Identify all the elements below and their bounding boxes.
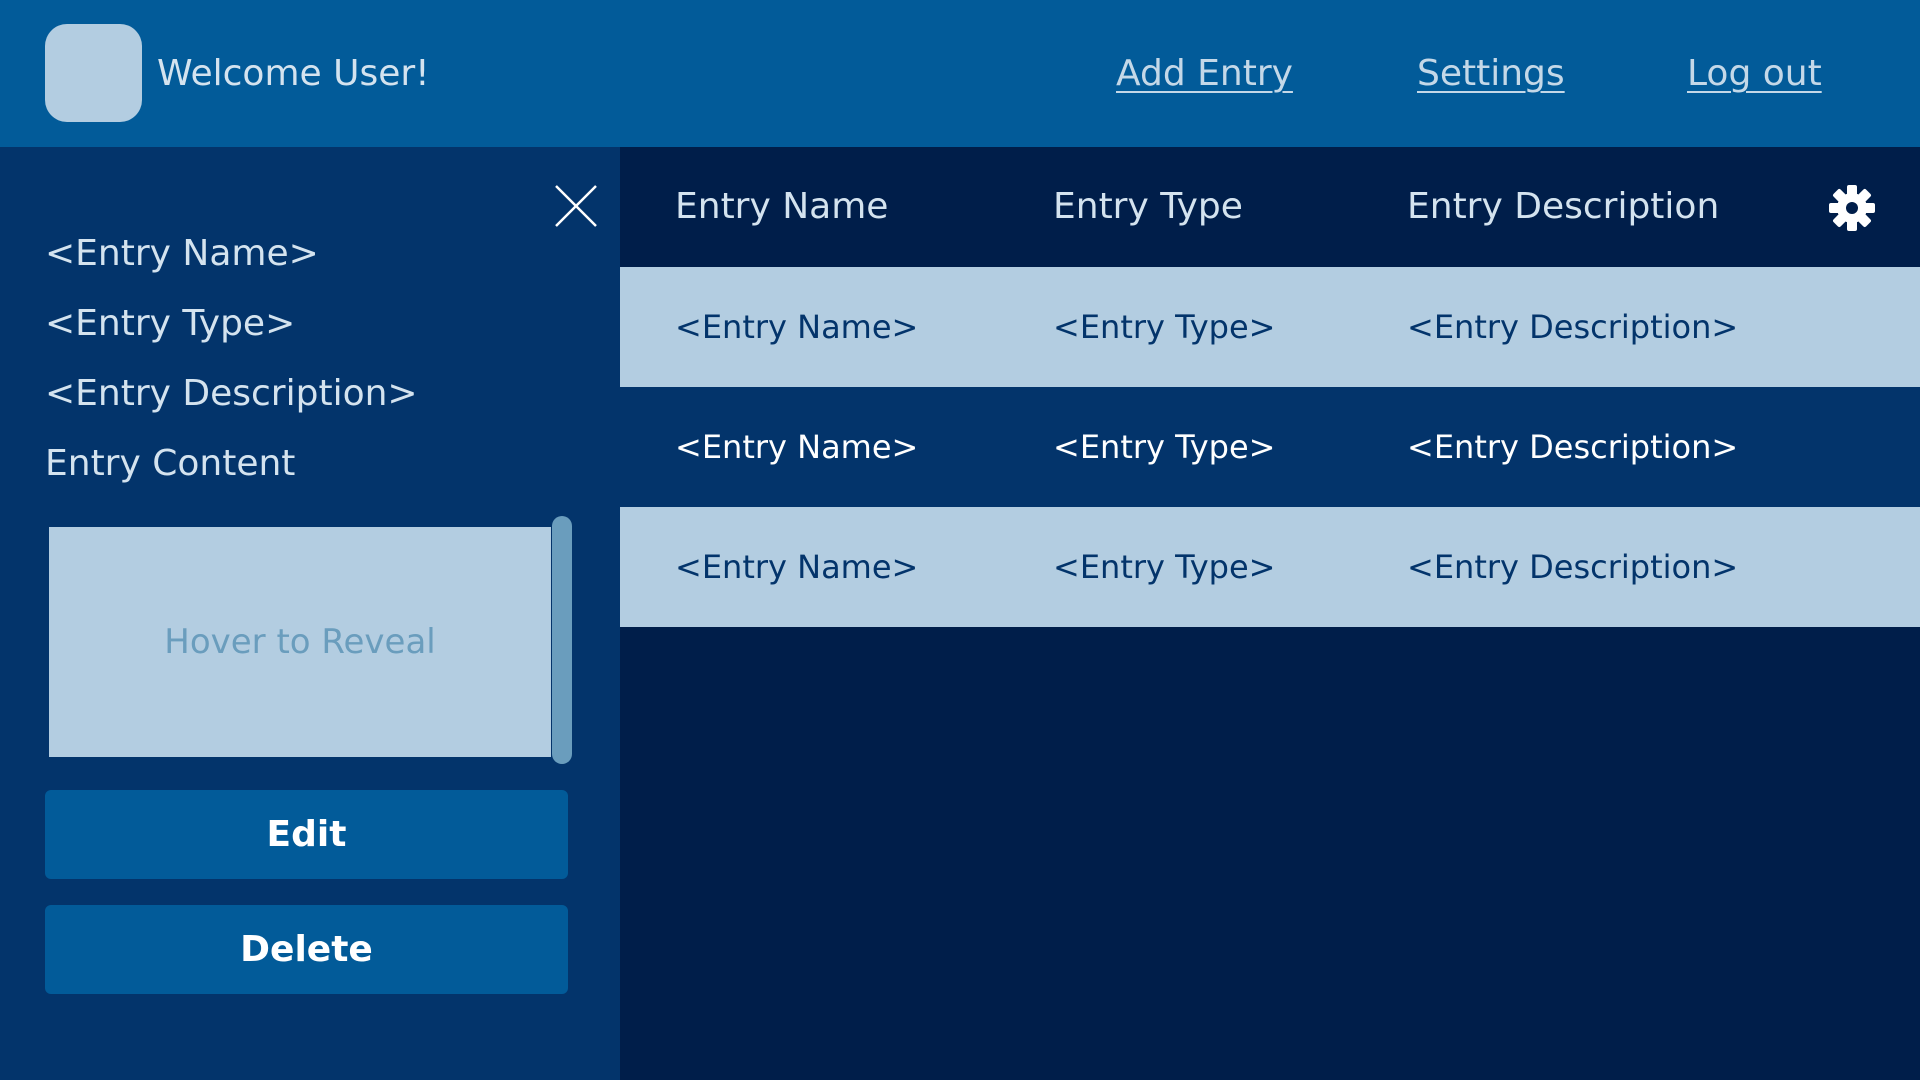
cell-entry-description: <Entry Description> bbox=[1407, 548, 1739, 586]
entry-content-label: Entry Content bbox=[45, 443, 296, 484]
log-out-link[interactable]: Log out bbox=[1687, 0, 1822, 147]
table-row[interactable]: <Entry Name> <Entry Type> <Entry Descrip… bbox=[620, 507, 1920, 627]
cell-entry-description: <Entry Description> bbox=[1407, 308, 1739, 346]
add-entry-link[interactable]: Add Entry bbox=[1116, 0, 1293, 147]
cell-entry-name: <Entry Name> bbox=[675, 548, 919, 586]
table-header: Entry Name Entry Type Entry Description bbox=[620, 147, 1920, 267]
edit-button[interactable]: Edit bbox=[45, 790, 568, 879]
cell-entry-description: <Entry Description> bbox=[1407, 428, 1739, 466]
close-icon[interactable] bbox=[552, 182, 600, 230]
cell-entry-name: <Entry Name> bbox=[675, 428, 919, 466]
table-row[interactable]: <Entry Name> <Entry Type> <Entry Descrip… bbox=[620, 387, 1920, 507]
top-bar: Welcome User! Add Entry Settings Log out bbox=[0, 0, 1920, 147]
cell-entry-name: <Entry Name> bbox=[675, 308, 919, 346]
content-scrollbar[interactable] bbox=[552, 516, 572, 764]
welcome-text: Welcome User! bbox=[157, 53, 430, 94]
cell-entry-type: <Entry Type> bbox=[1053, 428, 1276, 466]
gear-icon[interactable] bbox=[1828, 184, 1876, 232]
entry-detail-panel: <Entry Name> <Entry Type> <Entry Descrip… bbox=[0, 147, 620, 1080]
cell-entry-type: <Entry Type> bbox=[1053, 548, 1276, 586]
entries-table: Entry Name Entry Type Entry Description … bbox=[620, 147, 1920, 627]
column-header-type[interactable]: Entry Type bbox=[1053, 147, 1243, 267]
avatar[interactable] bbox=[45, 24, 142, 122]
detail-entry-type: <Entry Type> bbox=[45, 303, 296, 344]
delete-button[interactable]: Delete bbox=[45, 905, 568, 994]
table-row[interactable]: <Entry Name> <Entry Type> <Entry Descrip… bbox=[620, 267, 1920, 387]
cell-entry-type: <Entry Type> bbox=[1053, 308, 1276, 346]
column-header-name[interactable]: Entry Name bbox=[675, 147, 888, 267]
settings-link[interactable]: Settings bbox=[1417, 0, 1565, 147]
entry-content-reveal-box[interactable]: Hover to Reveal bbox=[49, 527, 551, 757]
detail-entry-description: <Entry Description> bbox=[45, 373, 418, 414]
hover-to-reveal-hint: Hover to Reveal bbox=[164, 622, 436, 662]
column-header-description[interactable]: Entry Description bbox=[1407, 147, 1719, 267]
detail-entry-name: <Entry Name> bbox=[45, 233, 319, 274]
